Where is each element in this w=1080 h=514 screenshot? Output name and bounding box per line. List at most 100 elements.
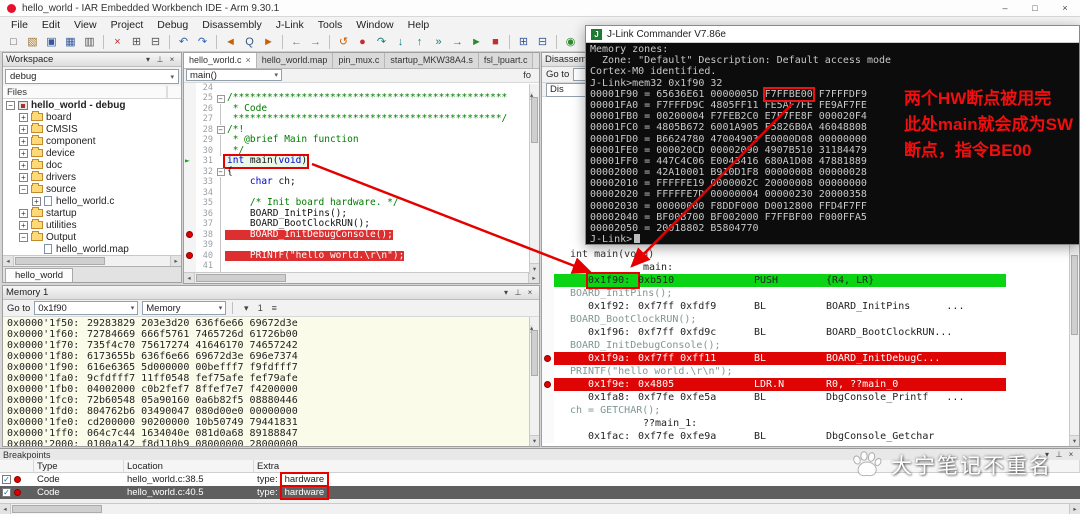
jlink-title-bar[interactable]: J J-Link Commander V7.86e	[586, 26, 1079, 43]
tree-item-hello-world-map[interactable]: hello_world.map	[3, 243, 181, 255]
menu-project[interactable]: Project	[104, 17, 151, 33]
memory-row[interactable]: 0x0000'2000: 0100a142 f8d110b9 08000000 2…	[7, 439, 529, 446]
stop-debug-icon[interactable]: ■	[487, 34, 504, 50]
memory-row[interactable]: 0x0000'1f70: 735f4c70 75617274 41646170 7…	[7, 340, 529, 351]
tree-item-output[interactable]: − Output	[3, 231, 181, 243]
tree-item-component[interactable]: + component	[3, 135, 181, 147]
breakpoint-margin[interactable]	[184, 208, 196, 220]
search-icon[interactable]: Q	[241, 34, 258, 50]
expander-icon[interactable]: +	[19, 208, 28, 218]
step-over-icon[interactable]: ↷	[373, 34, 390, 50]
fold-margin[interactable]	[216, 250, 225, 262]
panel-close-icon[interactable]: ×	[166, 53, 178, 66]
tree-item-doc[interactable]: + doc	[3, 159, 181, 171]
workspace-scrollbar-horizontal[interactable]: ◂ ▸	[3, 255, 181, 266]
tab-fsl-lpuart-c[interactable]: fsl_lpuart.c	[478, 53, 534, 68]
expander-icon[interactable]: +	[19, 136, 28, 146]
expander-icon[interactable]: +	[19, 220, 28, 230]
expander-icon[interactable]: +	[19, 160, 28, 170]
expander-icon[interactable]: −	[19, 232, 28, 242]
view-menu-icon[interactable]: ▾	[239, 303, 253, 314]
disassembly-row[interactable]: BOARD_InitPins();	[542, 287, 1069, 300]
scrollbar-thumb[interactable]	[15, 257, 105, 265]
columns-icon[interactable]: ≡	[267, 303, 281, 314]
panel-pin-icon[interactable]: ⊥	[512, 286, 524, 299]
expander-icon[interactable]: −	[19, 184, 28, 194]
breakpoint-margin[interactable]	[184, 93, 196, 104]
disassembly-row[interactable]: 0x1f9e: 0x4805 LDR.N R0, ??main_0	[542, 378, 1069, 391]
breakpoint-icon[interactable]	[186, 231, 193, 239]
breakpoint-margin[interactable]	[184, 187, 196, 199]
breakpoint-icon[interactable]	[544, 354, 551, 362]
open-file-icon[interactable]: ▧	[24, 34, 41, 50]
disassembly-row[interactable]: 0x1fac: 0xf7fe 0xfe9a BL DbgConsole_Getchar	[542, 430, 1069, 443]
menu-window[interactable]: Window	[349, 17, 400, 33]
print-icon[interactable]: ▥	[81, 34, 98, 50]
menu-j-link[interactable]: J-Link	[269, 17, 311, 33]
scrollbar-track[interactable]	[530, 95, 539, 263]
tab-startup-mkw38a4-s[interactable]: startup_MKW38A4.s	[385, 53, 479, 68]
fold-margin[interactable]	[216, 145, 225, 157]
next-statement-icon[interactable]: »	[430, 34, 447, 50]
breakpoint-margin[interactable]	[184, 82, 196, 94]
menu-disassembly[interactable]: Disassembly	[195, 17, 269, 33]
breakpoint-margin[interactable]: ►	[184, 156, 196, 167]
disassembly-row[interactable]: ??main_1:	[542, 417, 1069, 430]
breakpoint-icon[interactable]	[186, 252, 193, 260]
navigate-forward-icon[interactable]: →	[307, 34, 324, 50]
menu-help[interactable]: Help	[401, 17, 437, 33]
disassembly-row[interactable]: int main(void)	[542, 248, 1069, 261]
fold-margin[interactable]	[216, 135, 225, 146]
tree-item-board[interactable]: + board	[3, 111, 181, 123]
expander-icon[interactable]: +	[19, 148, 28, 158]
new-document-icon[interactable]: □	[5, 34, 22, 50]
disassembly-row[interactable]: 0x1fa8: 0xf7fe 0xfe5a BL DbgConsole_Printf …	[542, 391, 1069, 404]
breakpoint-margin[interactable]	[184, 240, 196, 251]
power-icon[interactable]: ◉	[562, 34, 579, 50]
scrollbar-thumb[interactable]	[12, 505, 102, 513]
editor-line[interactable]: 41	[184, 261, 539, 272]
memory-zone-select[interactable]: Memory ▾	[142, 301, 227, 315]
checkbox-checked-icon[interactable]: ✓	[2, 475, 11, 484]
disassembly-row[interactable]: 0x1f9a: 0xf7ff 0xff11 BL BOARD_InitDebugC..…	[542, 352, 1069, 365]
go-icon[interactable]: ►	[468, 34, 485, 50]
find-previous-icon[interactable]: ◄	[222, 34, 239, 50]
fold-margin[interactable]	[216, 208, 225, 220]
disassembly-row[interactable]: 0x1f90: 0xb510 PUSH {R4, LR}	[542, 272, 1069, 289]
save-all-icon[interactable]: ▦	[62, 34, 79, 50]
fold-margin[interactable]	[216, 114, 225, 125]
breakpoint-margin[interactable]	[184, 166, 196, 178]
fold-margin[interactable]	[216, 240, 225, 251]
breakpoints-scrollbar-horizontal[interactable]: ◂ ▸	[0, 503, 1080, 514]
scrollbar-track[interactable]	[195, 273, 528, 283]
memory-row[interactable]: 0x0000'1fa0: 9cfdfff7 11ff0548 fef75afe f…	[7, 373, 529, 384]
save-icon[interactable]: ▣	[43, 34, 60, 50]
redo-icon[interactable]: ↷	[194, 34, 211, 50]
memory-goto-input[interactable]: 0x1f90 ▾	[34, 301, 139, 315]
fold-margin[interactable]	[216, 261, 225, 272]
panel-close-icon[interactable]: ×	[524, 286, 536, 299]
run-to-cursor-icon[interactable]: →	[449, 34, 466, 50]
breakpoint-margin[interactable]	[184, 229, 196, 241]
config-selector[interactable]: debug ▾	[5, 69, 179, 84]
reset-icon[interactable]: ↺	[335, 34, 352, 50]
editor-scrollbar-vertical[interactable]: ▴ ▾	[529, 84, 539, 274]
window-split-icon[interactable]: ⊟	[534, 34, 551, 50]
expander-icon[interactable]: +	[19, 112, 28, 122]
disassembly-row[interactable]: ch = GETCHAR();	[542, 404, 1069, 417]
tree-item-drivers[interactable]: + drivers	[3, 171, 181, 183]
expander-icon[interactable]: −	[6, 100, 15, 110]
tab-pin-mux-c[interactable]: pin_mux.c	[333, 53, 386, 68]
scrollbar-thumb[interactable]	[531, 330, 538, 376]
scroll-down-icon[interactable]: ▾	[1070, 435, 1079, 446]
memory-row[interactable]: 0x0000'1fc0: 72b60548 05a90160 0a6b82f5 0…	[7, 395, 529, 406]
breakpoint-icon[interactable]	[544, 380, 551, 388]
fold-collapse-icon[interactable]: −	[216, 94, 225, 103]
expander-icon[interactable]: +	[19, 172, 28, 182]
scroll-down-icon[interactable]: ▾	[530, 435, 539, 446]
breakpoint-margin[interactable]	[184, 219, 196, 230]
memory-row[interactable]: 0x0000'1fb0: 04002000 c0b2fef7 8ffef7e7 f…	[7, 384, 529, 395]
panel-pin-icon[interactable]: ⊥	[154, 53, 166, 66]
paste-icon[interactable]: ⊟	[147, 34, 164, 50]
menu-edit[interactable]: Edit	[35, 17, 67, 33]
